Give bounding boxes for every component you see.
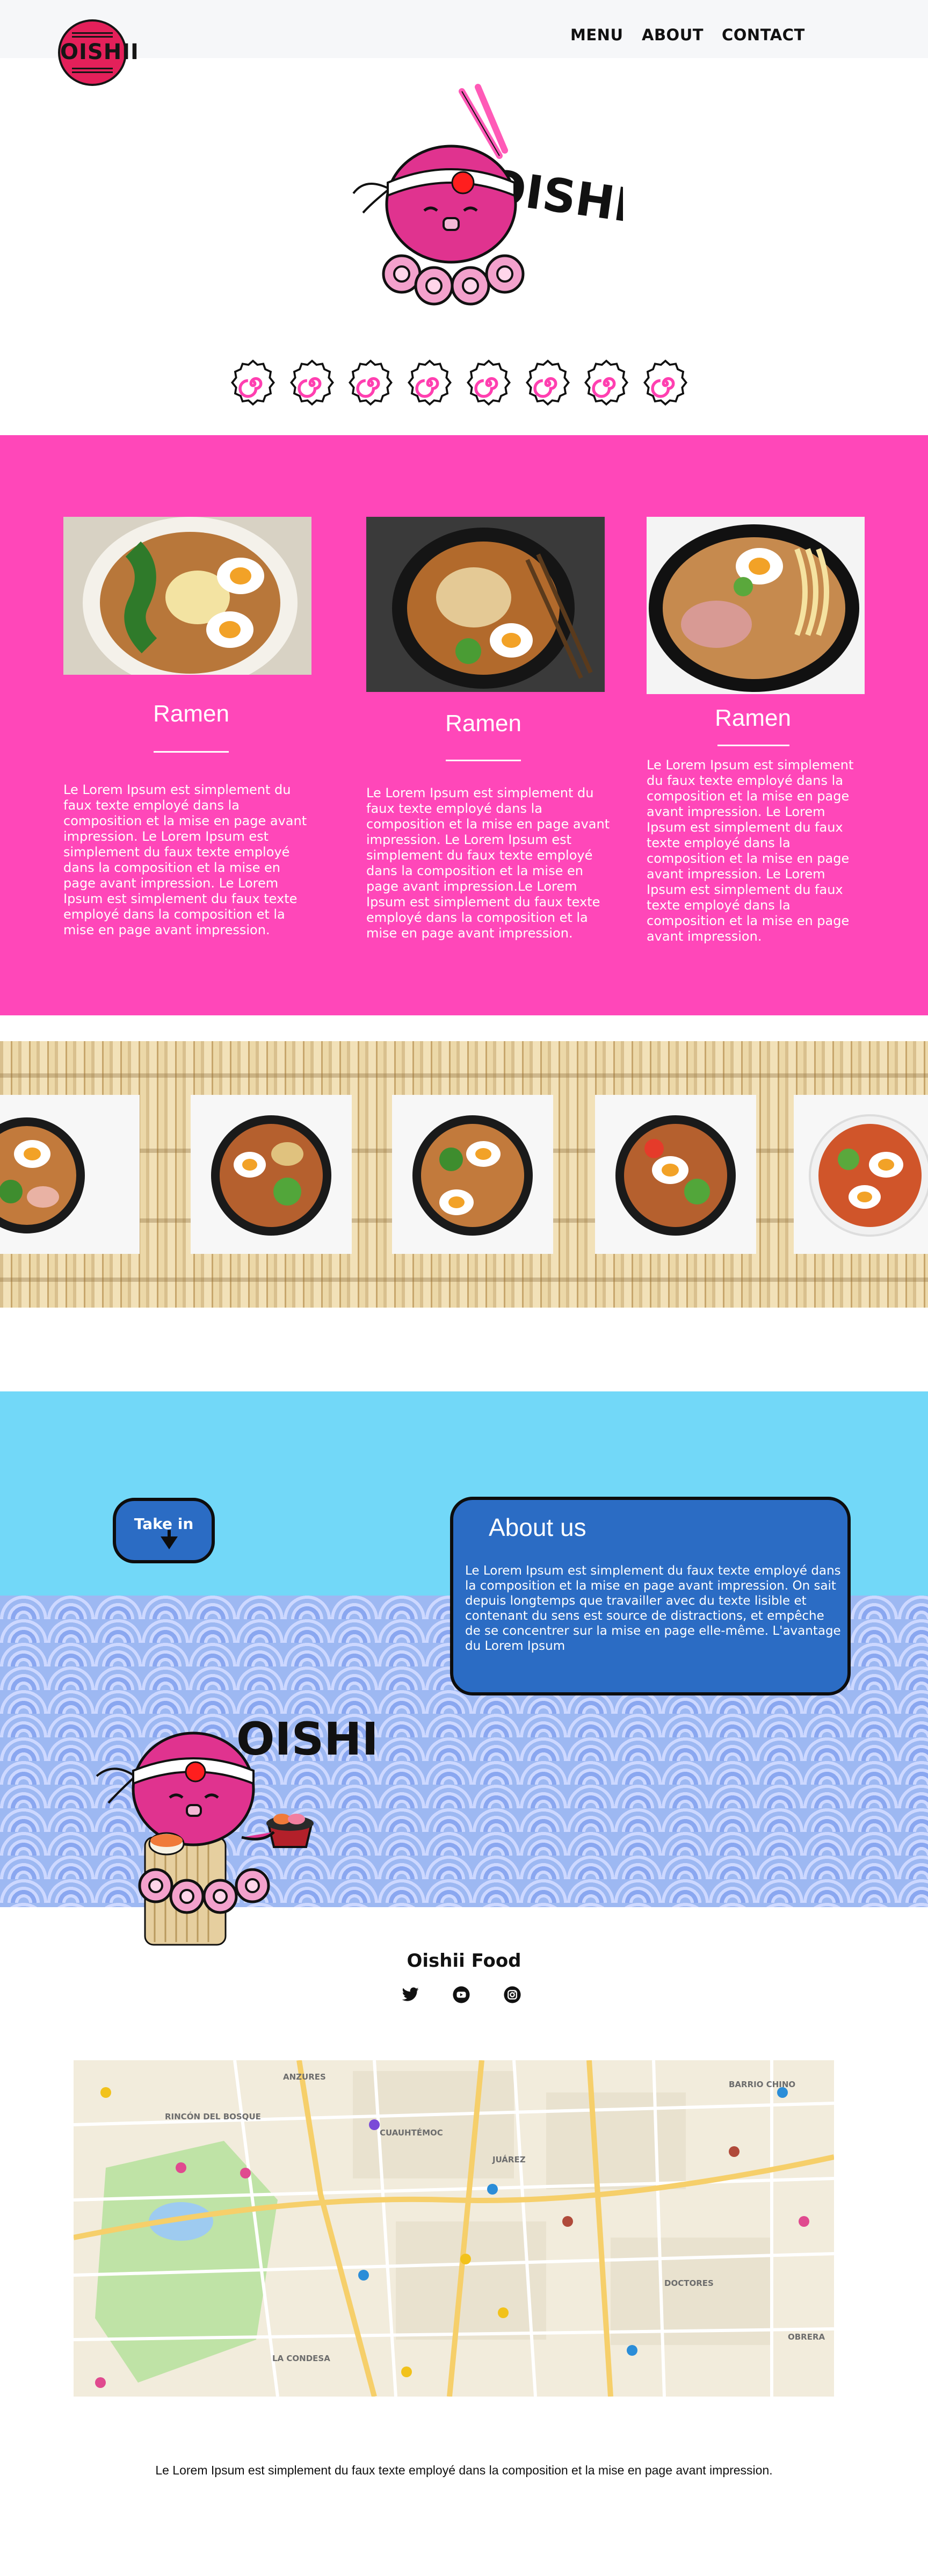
map-label: CUAUHTÉMOC [380, 2127, 443, 2138]
map-label: JUÁREZ [492, 2154, 526, 2164]
rising-sun-icon [451, 171, 475, 194]
card-divider [446, 760, 521, 761]
card-title: Ramen [445, 710, 521, 737]
card-description: Le Lorem Ipsum est simplement du faux te… [647, 757, 854, 944]
location-map[interactable]: ANZURES CUAUHTÉMOC BARRIO CHINO RINCÓN D… [74, 2060, 834, 2397]
take-in-label: Take in [134, 1515, 194, 1533]
take-in-button[interactable]: Take in [113, 1498, 215, 1563]
narutomaki-icon [643, 359, 687, 406]
card-title: Ramen [715, 705, 791, 731]
octopus-mascot-logo: OISHII [352, 84, 623, 306]
card-divider [154, 751, 229, 753]
narutomaki-icon [231, 359, 275, 406]
map-label: LA CONDESA [272, 2354, 330, 2363]
ramen-bowl-image [0, 1117, 85, 1233]
footer-text: Le Lorem Ipsum est simplement du faux te… [155, 2463, 773, 2477]
about-title: About us [489, 1513, 586, 1541]
card-description: Le Lorem Ipsum est simplement du faux te… [63, 782, 307, 937]
card-title: Ramen [153, 701, 229, 727]
narutomaki-icon [525, 359, 570, 406]
logo-badge[interactable]: OISHII [58, 19, 139, 86]
card-divider [717, 745, 789, 746]
ramen-gallery-strip [0, 1041, 928, 1308]
narutomaki-icon [289, 359, 334, 406]
oishii-brand-text: OISHII [236, 1713, 376, 1765]
map-label: DOCTORES [664, 2278, 714, 2288]
about-us-box: About us Le Lorem Ipsum est simplement d… [450, 1497, 851, 1695]
map-label: ANZURES [283, 2072, 326, 2082]
nav-about-link[interactable]: ABOUT [642, 26, 704, 44]
narutomaki-icon [584, 359, 629, 406]
narutomaki-icon [466, 359, 511, 406]
ramen-bowl-image [615, 1115, 736, 1236]
ramen-photo [647, 517, 865, 694]
twitter-icon[interactable] [401, 1986, 419, 2004]
octopus-sushi-mascot: OISHII [96, 1713, 376, 1946]
footer-brand-title: Oishii Food [407, 1950, 521, 1972]
arrow-down-icon [161, 1536, 178, 1549]
ramen-bowl-image [809, 1114, 928, 1237]
map-label: BARRIO CHINO [729, 2080, 795, 2089]
ramen-bowl-image [211, 1115, 331, 1236]
narutomaki-icon [349, 359, 393, 406]
ramen-bowl-image [412, 1115, 533, 1236]
narutomaki-icon [408, 359, 452, 406]
logo-decoration [72, 32, 113, 38]
logo-decoration [72, 68, 113, 73]
youtube-icon[interactable] [452, 1986, 470, 2004]
map-label: RINCÓN DEL BOSQUE [165, 2111, 261, 2122]
about-text: Le Lorem Ipsum est simplement du faux te… [465, 1564, 841, 1653]
card-description: Le Lorem Ipsum est simplement du faux te… [366, 785, 610, 941]
ramen-photo [366, 517, 605, 692]
map-label: OBRERA [788, 2332, 825, 2342]
rising-sun-icon [185, 1761, 206, 1783]
nav-contact-link[interactable]: CONTACT [722, 26, 805, 44]
mascot-head [385, 145, 517, 264]
ramen-photo [63, 517, 311, 675]
nav-menu-link[interactable]: MENU [570, 26, 624, 44]
logo-text: OISHII [60, 40, 139, 64]
narutomaki-row [228, 359, 690, 410]
instagram-icon[interactable] [503, 1986, 521, 2004]
